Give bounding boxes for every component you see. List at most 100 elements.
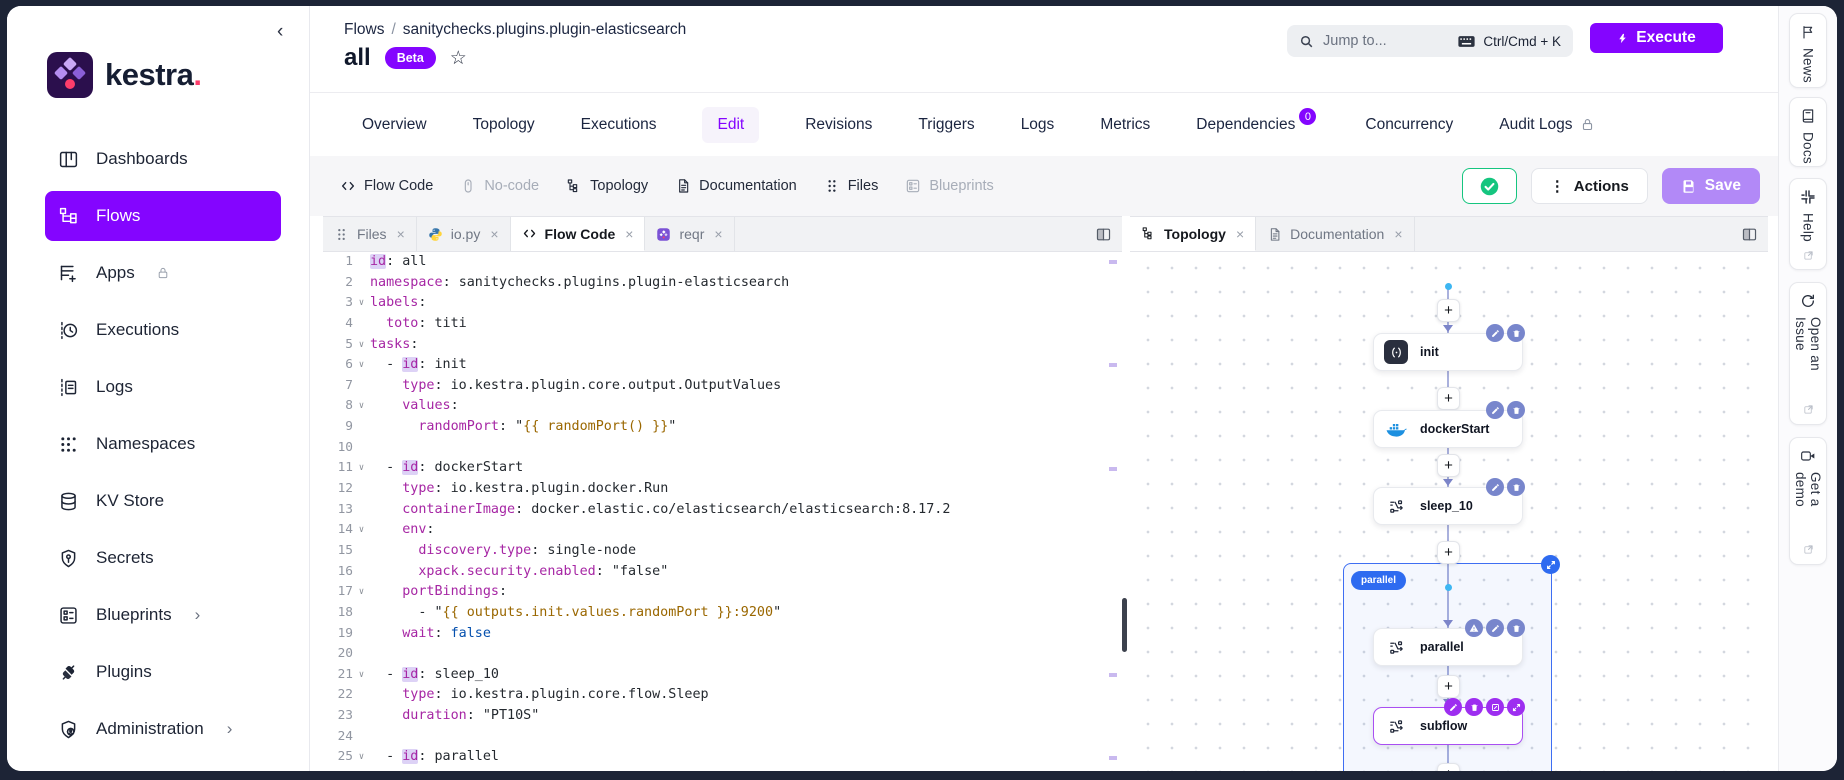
delete-task-icon[interactable] [1465, 698, 1483, 716]
close-tab-icon[interactable]: × [714, 226, 722, 242]
rail-docs-button[interactable]: Docs [1789, 97, 1827, 167]
add-task-button[interactable]: + [1437, 675, 1460, 698]
edit-task-icon[interactable] [1486, 478, 1504, 496]
sidebar-item-executions[interactable]: Executions [45, 305, 281, 355]
add-task-button[interactable]: + [1437, 387, 1460, 410]
tab-revisions[interactable]: Revisions [805, 116, 872, 134]
edit-source-icon[interactable] [1486, 698, 1504, 716]
code-line[interactable]: 1 id: all [323, 252, 1122, 273]
code-line[interactable]: 8 ∨ values: [323, 396, 1122, 417]
fold-chevron-icon[interactable]: ∨ [353, 665, 370, 686]
sidebar-item-settings[interactable]: Settings [45, 761, 281, 771]
close-tab-icon[interactable]: × [490, 226, 498, 242]
breadcrumb-path[interactable]: sanitychecks.plugins.plugin-elasticsearc… [403, 21, 686, 38]
collapse-sidebar-button[interactable]: ‹ [277, 22, 283, 41]
delete-task-icon[interactable] [1507, 401, 1525, 419]
task-node-init[interactable]: init [1373, 333, 1523, 371]
code-line[interactable]: 17 ∨ portBindings: [323, 582, 1122, 603]
add-task-button[interactable]: + [1437, 454, 1460, 477]
code-line[interactable]: 10 [323, 438, 1122, 459]
code-line[interactable]: 6 ∨ - id: init [323, 355, 1122, 376]
save-button[interactable]: Save [1662, 168, 1760, 204]
sidebar-item-blueprints[interactable]: Blueprints › [45, 590, 281, 640]
code-line[interactable]: 12 type: io.kestra.plugin.docker.Run [323, 479, 1122, 500]
topology-tab-topology[interactable]: Topology × [1130, 217, 1256, 251]
rail-news-button[interactable]: News [1789, 13, 1827, 88]
cluster-collapse-icon[interactable] [1541, 555, 1560, 574]
edit-task-icon[interactable] [1486, 401, 1504, 419]
toolbar-blueprints[interactable]: Blueprints [905, 178, 993, 194]
fold-chevron-icon[interactable]: ∨ [353, 458, 370, 479]
add-task-button[interactable]: + [1437, 541, 1460, 564]
tab-edit[interactable]: Edit [702, 107, 759, 143]
sidebar-item-administration[interactable]: Administration › [45, 704, 281, 754]
add-task-button[interactable]: + [1437, 299, 1460, 322]
close-tab-icon[interactable]: × [1236, 226, 1244, 242]
warning-icon[interactable] [1465, 619, 1483, 637]
code-line[interactable]: 2 namespace: sanitychecks.plugins.plugin… [323, 273, 1122, 294]
fold-chevron-icon[interactable]: ∨ [353, 335, 370, 356]
code-line[interactable]: 16 xpack.security.enabled: "false" [323, 562, 1122, 583]
topology-canvas[interactable]: parallel + + + + + + [1130, 252, 1768, 771]
code-line[interactable]: 11 ∨ - id: dockerStart [323, 458, 1122, 479]
sidebar-item-namespaces[interactable]: Namespaces [45, 419, 281, 469]
expand-subflow-icon[interactable] [1507, 698, 1525, 716]
tab-topology[interactable]: Topology [473, 116, 535, 134]
task-node-sleep10[interactable]: sleep_10 [1373, 487, 1523, 525]
toolbar-documentation[interactable]: Documentation [675, 178, 797, 194]
fold-chevron-icon[interactable]: ∨ [353, 355, 370, 376]
fold-chevron-icon[interactable]: ∨ [353, 396, 370, 417]
fold-chevron-icon[interactable]: ∨ [353, 747, 370, 768]
sidebar-item-flows[interactable]: Flows [45, 191, 281, 241]
task-node-subflow[interactable]: subflow [1373, 707, 1523, 745]
editor-tab-reqr[interactable]: reqr × [645, 217, 734, 251]
fold-chevron-icon[interactable]: ∨ [353, 293, 370, 314]
code-line[interactable]: 13 containerImage: docker.elastic.co/ela… [323, 500, 1122, 521]
task-node-parallel[interactable]: parallel [1373, 628, 1523, 666]
code-line[interactable]: 9 randomPort: "{{ randomPort() }}" [323, 417, 1122, 438]
code-line[interactable]: 22 type: io.kestra.plugin.core.flow.Slee… [323, 685, 1122, 706]
toolbar-topology[interactable]: Topology [566, 178, 648, 194]
code-line[interactable]: 5 ∨ tasks: [323, 335, 1122, 356]
code-line[interactable]: 19 wait: false [323, 624, 1122, 645]
breadcrumb-root[interactable]: Flows [344, 21, 384, 38]
sidebar-item-kv-store[interactable]: KV Store [45, 476, 281, 526]
tab-triggers[interactable]: Triggers [918, 116, 974, 134]
favorite-star-icon[interactable]: ☆ [450, 47, 467, 70]
edit-task-icon[interactable] [1486, 619, 1504, 637]
tab-audit-logs[interactable]: Audit Logs [1499, 116, 1594, 134]
add-task-button[interactable]: + [1437, 763, 1460, 771]
code-line[interactable]: 26 type: io.kestra.plugin.core.flow.ForE… [323, 768, 1122, 771]
code-line[interactable]: 21 ∨ - id: sleep_10 [323, 665, 1122, 686]
sidebar-item-apps[interactable]: Apps [45, 248, 281, 298]
rail-help-button[interactable]: Help [1789, 178, 1827, 270]
close-tab-icon[interactable]: × [1394, 226, 1402, 242]
sidebar-item-logs[interactable]: Logs [45, 362, 281, 412]
code-line[interactable]: 7 type: io.kestra.plugin.core.output.Out… [323, 376, 1122, 397]
delete-task-icon[interactable] [1507, 324, 1525, 342]
tab-metrics[interactable]: Metrics [1100, 116, 1150, 134]
sidebar-item-secrets[interactable]: Secrets [45, 533, 281, 583]
close-tab-icon[interactable]: × [397, 226, 405, 242]
code-line[interactable]: 15 discovery.type: single-node [323, 541, 1122, 562]
toolbar-no-code[interactable]: No-code [460, 178, 539, 194]
panel-scrollbar[interactable] [1122, 598, 1127, 652]
code-line[interactable]: 18 - "{{ outputs.init.values.randomPort … [323, 603, 1122, 624]
delete-task-icon[interactable] [1507, 619, 1525, 637]
tab-concurrency[interactable]: Concurrency [1365, 116, 1453, 134]
toolbar-flow-code[interactable]: Flow Code [340, 178, 433, 194]
toolbar-files[interactable]: Files [824, 178, 879, 194]
split-panel-icon[interactable] [1095, 226, 1112, 243]
validation-status-button[interactable] [1462, 168, 1517, 204]
edit-task-icon[interactable] [1486, 324, 1504, 342]
rail-get-a-demo-button[interactable]: Get a demo [1789, 437, 1827, 565]
code-line[interactable]: 3 ∨ labels: [323, 293, 1122, 314]
rail-open-an-issue-button[interactable]: Open an Issue [1789, 282, 1827, 425]
tab-executions[interactable]: Executions [581, 116, 657, 134]
split-panel-icon[interactable] [1741, 226, 1758, 243]
code-line[interactable]: 14 ∨ env: [323, 520, 1122, 541]
breadcrumb[interactable]: Flows/sanitychecks.plugins.plugin-elasti… [344, 21, 686, 39]
code-line[interactable]: 23 duration: "PT10S" [323, 706, 1122, 727]
editor-tab-files[interactable]: Files × [323, 217, 417, 251]
tab-overview[interactable]: Overview [362, 116, 427, 134]
